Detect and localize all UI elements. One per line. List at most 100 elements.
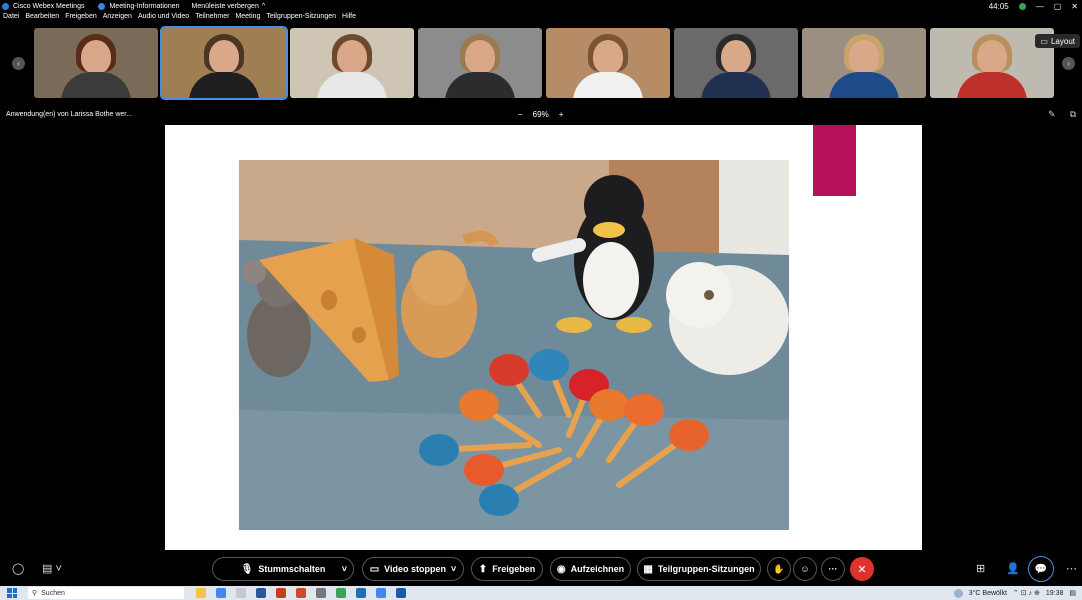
strip-next-button[interactable]: ›: [1062, 57, 1075, 70]
participant-video-tile[interactable]: [546, 28, 670, 98]
windows-start-icon[interactable]: [7, 588, 17, 598]
system-tray: 3°C Bewölkt ⌃ ⊡ ♪ ⊕ 19:38 ▤: [953, 586, 1076, 600]
menu-teilgruppen[interactable]: Teilgruppen-Sitzungen: [266, 13, 336, 25]
menu-teilnehmer[interactable]: Teilnehmer: [195, 13, 229, 25]
app-icon[interactable]: [336, 588, 346, 598]
popout-icon[interactable]: ⧉: [1070, 109, 1076, 120]
participant-video-tile[interactable]: [290, 28, 414, 98]
file-explorer-icon[interactable]: [196, 588, 206, 598]
participant-face: [721, 40, 751, 74]
more-icon: ···: [828, 564, 838, 574]
zoom-in-button[interactable]: +: [559, 110, 564, 119]
minimize-icon[interactable]: —: [1036, 2, 1044, 11]
app-icon[interactable]: [356, 588, 366, 598]
annotate-icon[interactable]: ✎: [1048, 109, 1056, 120]
share-screen-icon: ⬆: [478, 563, 488, 575]
chevron-down-icon: ˅: [451, 564, 457, 574]
more-options-button[interactable]: ···: [821, 557, 845, 581]
mute-label: Stummschalten: [258, 564, 326, 574]
smiley-icon: ☺: [800, 564, 810, 574]
share-info-bar: Anwendung(en) von Larissa Bothe wer... −…: [0, 108, 1082, 122]
slide-photo: [239, 160, 789, 530]
app-icon[interactable]: [316, 588, 326, 598]
share-label: Anwendung(en) von Larissa Bothe wer...: [6, 111, 133, 118]
menu-bar: Datei Bearbeiten Freigeben Anzeigen Audi…: [0, 13, 359, 25]
share-button[interactable]: ⬆ Freigeben: [471, 557, 543, 581]
menu-bearbeiten[interactable]: Bearbeiten: [25, 13, 59, 25]
zoom-control: − 69% +: [518, 110, 563, 119]
share-label: Freigeben: [492, 564, 536, 574]
chat-button[interactable]: 💬: [1028, 556, 1054, 582]
shield-icon: [98, 2, 106, 10]
app-icon[interactable]: [296, 588, 306, 598]
strip-prev-button[interactable]: ‹: [12, 57, 25, 70]
video-label: Video stoppen: [384, 564, 447, 574]
chrome-icon[interactable]: [376, 588, 386, 598]
stop-video-button[interactable]: ▭ Video stoppen ˅: [362, 557, 464, 581]
participant-face: [337, 40, 367, 74]
search-icon: ⚲: [32, 590, 38, 597]
windows-taskbar: ⚲ Suchen 3°C Bewölkt ⌃ ⊡ ♪ ⊕ 19:38 ▤: [0, 586, 1082, 600]
close-icon: ✕: [857, 563, 867, 576]
menu-freigeben[interactable]: Freigeben: [65, 13, 97, 25]
meeting-timer: 44:05: [988, 1, 1009, 11]
slide-accent-bar: [813, 125, 856, 196]
raise-hand-button[interactable]: ✋: [767, 557, 791, 581]
window-controls: 44:05 — ▢ ✕: [989, 0, 1078, 12]
toys-photo: [239, 160, 789, 530]
reactions-button[interactable]: ☺: [793, 557, 817, 581]
tray-icons[interactable]: ⌃ ⊡ ♪ ⊕: [1013, 589, 1040, 597]
apps-icon[interactable]: ⊞: [976, 562, 985, 575]
record-label: Aufzeichnen: [570, 564, 625, 574]
chrome-icon[interactable]: [216, 588, 226, 598]
maximize-icon[interactable]: ▢: [1054, 2, 1062, 11]
end-meeting-button[interactable]: ✕: [850, 557, 874, 581]
participant-face: [849, 40, 879, 74]
menu-anzeigen[interactable]: Anzeigen: [103, 13, 132, 25]
connection-icon[interactable]: ◯: [12, 562, 24, 575]
participant-face: [977, 40, 1007, 74]
record-button[interactable]: ◉ Aufzeichnen: [550, 557, 631, 581]
webex-icon[interactable]: [396, 588, 406, 598]
breakout-icon: ▦: [643, 563, 653, 575]
clock[interactable]: 19:38: [1046, 590, 1064, 597]
status-icon: [1018, 2, 1026, 10]
powerpoint-icon[interactable]: [276, 588, 286, 598]
hide-menu-button[interactable]: Menüleiste verbergen ^: [192, 3, 266, 10]
participant-video-tile[interactable]: [674, 28, 798, 98]
participant-video-tile[interactable]: [160, 26, 288, 100]
mute-button[interactable]: 🎙 Stummschalten ˅: [212, 557, 354, 581]
taskbar-search-box[interactable]: ⚲ Suchen: [28, 587, 184, 599]
zoom-out-button[interactable]: −: [518, 110, 523, 119]
window-titlebar: Cisco Webex Meetings Meeting-Information…: [0, 0, 1082, 12]
app-icon[interactable]: [236, 588, 246, 598]
menu-audio-video[interactable]: Audio und Video: [138, 13, 189, 25]
app-name: Cisco Webex Meetings: [13, 2, 85, 10]
captions-icon[interactable]: ▤ ˅: [42, 562, 62, 575]
menu-hilfe[interactable]: Hilfe: [342, 13, 356, 25]
layout-icon: ▭: [1040, 36, 1048, 46]
participants-icon[interactable]: 👤: [1006, 562, 1020, 575]
layout-button[interactable]: ▭ Layout: [1035, 34, 1080, 48]
breakout-label: Teilgruppen-Sitzungen: [657, 564, 755, 574]
record-icon: ◉: [556, 563, 566, 575]
webex-logo-icon: [2, 2, 9, 10]
more-panels-icon[interactable]: ⋯: [1066, 562, 1077, 575]
meeting-info-label: Meeting-Informationen: [109, 2, 180, 10]
hide-menu-label: Menüleiste verbergen: [191, 2, 259, 10]
participant-face: [81, 40, 111, 74]
camera-icon: ▭: [369, 563, 380, 575]
hand-icon: ✋: [773, 563, 785, 574]
participant-video-tile[interactable]: [418, 28, 542, 98]
meeting-info-button[interactable]: Meeting-Informationen: [96, 2, 180, 10]
participant-face: [593, 40, 623, 74]
participant-video-tile[interactable]: [34, 28, 158, 98]
menu-meeting[interactable]: Meeting: [235, 13, 260, 25]
breakout-button[interactable]: ▦ Teilgruppen-Sitzungen: [637, 557, 761, 581]
notification-icon[interactable]: ▤: [1069, 589, 1076, 597]
menu-datei[interactable]: Datei: [3, 13, 19, 25]
participant-video-tile[interactable]: [802, 28, 926, 98]
close-icon[interactable]: ✕: [1071, 2, 1078, 11]
app-title: Cisco Webex Meetings: [0, 2, 85, 10]
word-icon[interactable]: [256, 588, 266, 598]
